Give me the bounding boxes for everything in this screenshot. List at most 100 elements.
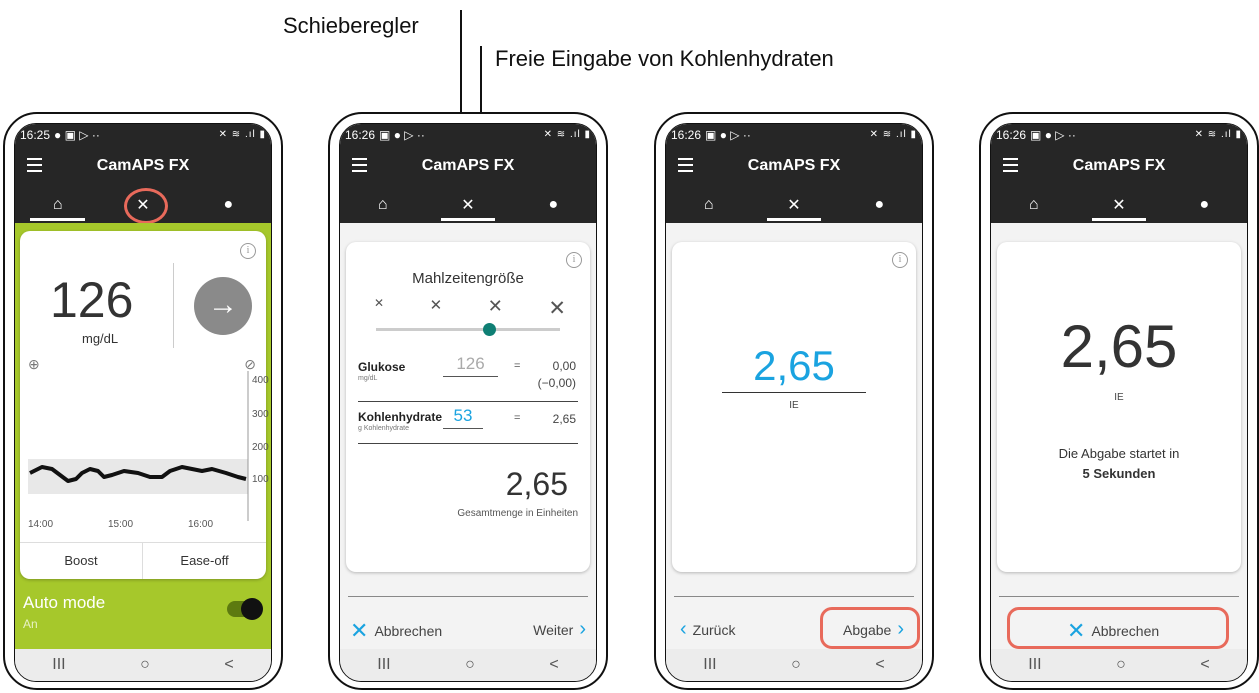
info-icon[interactable]: i bbox=[240, 243, 256, 259]
auto-mode-state: An bbox=[23, 617, 38, 631]
signal-icons: ✕ ≋ .ıl ▮ bbox=[218, 129, 266, 140]
tab-insulin[interactable]: ● bbox=[186, 187, 271, 223]
home-icon: ⌂ bbox=[1028, 196, 1039, 213]
xl-meal-icon[interactable]: ✕ bbox=[548, 296, 566, 321]
carbs-result: 2,65 bbox=[552, 412, 576, 426]
glucose-unit: mg/dL bbox=[358, 375, 378, 382]
info-icon[interactable]: i bbox=[892, 252, 908, 268]
back-nav-button[interactable]: ‹ Zurück bbox=[680, 618, 735, 641]
notification-icons: ● ▣ ▷ ·· bbox=[54, 127, 100, 142]
carbs-unit: g Kohlenhydrate bbox=[358, 425, 409, 432]
total-units-value: 2,65 bbox=[505, 466, 568, 502]
phone-confirm-screen: 16:26 ▣ ● ▷ ·· ✕ ≋ .ıl ▮ CamAPS FX ⌂ ✕ ● … bbox=[654, 112, 934, 690]
confirm-card: i 2,65 IE bbox=[672, 242, 916, 572]
home-icon: ⌂ bbox=[703, 196, 714, 213]
glucose-chart: 400 300 200 100 14:00 15:00 16:00 bbox=[28, 371, 269, 530]
meal-tab-highlight bbox=[124, 188, 168, 224]
arrow-button[interactable]: → bbox=[194, 277, 252, 335]
small-meal-icon[interactable]: ✕ bbox=[374, 296, 384, 321]
dose-value: 2,65 bbox=[753, 342, 835, 389]
info-icon[interactable]: i bbox=[566, 252, 582, 268]
clock: 16:25 bbox=[20, 127, 51, 142]
boost-button[interactable]: Boost bbox=[20, 543, 143, 579]
recent-apps-button[interactable]: III bbox=[703, 656, 716, 674]
glucose-result: 0,00 bbox=[552, 359, 576, 373]
phone-home-screen: 16:25 ● ▣ ▷ ·· ✕ ≋ .ıl ▮ CamAPS FX ⌂ ✕ ● … bbox=[3, 112, 283, 690]
signal-icons: ✕ ≋ .ıl ▮ bbox=[543, 129, 591, 140]
tab-bar: ⌂ ✕ ● bbox=[340, 187, 596, 223]
system-nav-bar: III ○ < bbox=[666, 649, 922, 681]
recent-apps-button[interactable]: III bbox=[377, 656, 390, 674]
home-button[interactable]: ○ bbox=[140, 656, 150, 674]
tab-insulin[interactable]: ● bbox=[837, 187, 922, 223]
app-title: CamAPS FX bbox=[96, 157, 190, 174]
drop-icon: ● bbox=[223, 196, 234, 213]
y-tick-100: 100 bbox=[252, 474, 269, 485]
auto-mode-toggle[interactable] bbox=[227, 598, 263, 620]
back-button[interactable]: < bbox=[224, 656, 233, 674]
separator bbox=[999, 596, 1239, 597]
carbs-input[interactable]: 53 bbox=[443, 406, 483, 429]
tab-meal[interactable]: ✕ bbox=[1076, 187, 1161, 223]
recent-apps-button[interactable]: III bbox=[1028, 656, 1041, 674]
glucose-input[interactable]: 126 bbox=[443, 354, 498, 377]
x-tick-1400: 14:00 bbox=[28, 519, 53, 530]
menu-icon[interactable] bbox=[352, 158, 367, 176]
notification-icons: ▣ ● ▷ ·· bbox=[379, 127, 425, 142]
chevron-right-icon: › bbox=[579, 618, 586, 640]
home-button[interactable]: ○ bbox=[1116, 656, 1126, 674]
drop-icon: ● bbox=[874, 196, 885, 213]
tab-insulin[interactable]: ● bbox=[511, 187, 596, 223]
tab-bar: ⌂ ✕ ● bbox=[666, 187, 922, 223]
y-tick-300: 300 bbox=[252, 409, 269, 420]
menu-icon[interactable] bbox=[1003, 158, 1018, 176]
tab-home[interactable]: ⌂ bbox=[666, 187, 751, 223]
x-tick-1500: 15:00 bbox=[108, 519, 133, 530]
cancel-button[interactable]: ✕ Abbrechen bbox=[350, 618, 442, 644]
arrow-right-icon: → bbox=[208, 288, 238, 321]
signal-icons: ✕ ≋ .ıl ▮ bbox=[1194, 129, 1242, 140]
slider-thumb[interactable] bbox=[482, 323, 496, 336]
home-screen: 16:25 ● ▣ ▷ ·· ✕ ≋ .ıl ▮ CamAPS FX ⌂ ✕ ● … bbox=[14, 123, 272, 682]
x-tick-1600: 16:00 bbox=[188, 519, 213, 530]
easeoff-button[interactable]: Ease-off bbox=[143, 543, 266, 579]
delivery-card: 2,65 IE Die Abgabe startet in 5 Sekunden bbox=[997, 242, 1241, 572]
large-meal-icon[interactable]: ✕ bbox=[488, 296, 503, 321]
delivery-countdown: 5 Sekunden bbox=[1082, 466, 1156, 481]
home-icon: ⌂ bbox=[52, 196, 63, 213]
next-button[interactable]: Weiter › bbox=[533, 618, 586, 641]
carb-input-annotation: Freie Eingabe von Kohlenhydraten bbox=[495, 46, 834, 71]
app-title: CamAPS FX bbox=[747, 157, 841, 174]
back-button[interactable]: < bbox=[1200, 656, 1209, 674]
tab-meal[interactable]: ✕ bbox=[425, 187, 510, 223]
home-button[interactable]: ○ bbox=[791, 656, 801, 674]
drop-icon: ● bbox=[1199, 196, 1210, 213]
home-button[interactable]: ○ bbox=[465, 656, 475, 674]
tab-home[interactable]: ⌂ bbox=[15, 187, 100, 223]
chevron-left-icon: ‹ bbox=[680, 618, 687, 640]
menu-icon[interactable] bbox=[678, 158, 693, 176]
drop-icon: ● bbox=[548, 196, 559, 213]
app-bar: CamAPS FX bbox=[15, 145, 271, 187]
status-bar: 16:26 ▣ ● ▷ ·· ✕ ≋ .ıl ▮ bbox=[340, 124, 596, 145]
status-bar: 16:25 ● ▣ ▷ ·· ✕ ≋ .ıl ▮ bbox=[15, 124, 271, 145]
tab-home[interactable]: ⌂ bbox=[991, 187, 1076, 223]
meal-size-icons: ✕ ✕ ✕ ✕ bbox=[374, 296, 566, 321]
y-tick-400: 400 bbox=[252, 375, 269, 386]
glucose-card: i 126 mg/dL → ⊕ ⊘ 400 300 200 100 14:00 bbox=[20, 231, 269, 579]
back-button[interactable]: < bbox=[875, 656, 884, 674]
meal-size-slider[interactable] bbox=[376, 323, 560, 336]
recent-apps-button[interactable]: III bbox=[52, 656, 65, 674]
menu-icon[interactable] bbox=[27, 158, 42, 176]
notification-icons: ▣ ● ▷ ·· bbox=[705, 127, 751, 142]
glucose-unit: mg/dL bbox=[82, 331, 119, 346]
carbs-equals: = bbox=[514, 412, 521, 424]
medium-meal-icon[interactable]: ✕ bbox=[430, 296, 443, 321]
clock: 16:26 bbox=[345, 127, 376, 142]
cutlery-icon: ✕ bbox=[787, 197, 801, 214]
close-icon: ✕ bbox=[350, 618, 369, 643]
tab-meal[interactable]: ✕ bbox=[751, 187, 836, 223]
back-button[interactable]: < bbox=[549, 656, 558, 674]
tab-home[interactable]: ⌂ bbox=[340, 187, 425, 223]
tab-insulin[interactable]: ● bbox=[1162, 187, 1247, 223]
